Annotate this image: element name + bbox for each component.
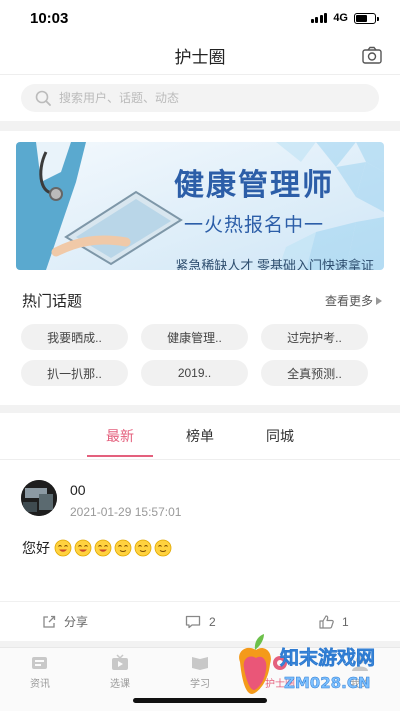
topic-tag[interactable]: 全真预测.. bbox=[261, 360, 368, 386]
signal-icon bbox=[310, 13, 328, 23]
tabbar-item-news[interactable]: 资讯 bbox=[0, 648, 80, 711]
banner-subtitle: 一火热报名中一 bbox=[183, 215, 324, 236]
share-label: 分享 bbox=[64, 615, 89, 629]
grin-emoji bbox=[74, 539, 92, 557]
topic-tag[interactable]: 2019.. bbox=[141, 360, 248, 386]
thumbs-up-icon bbox=[319, 614, 334, 629]
grin-emoji bbox=[54, 539, 72, 557]
page-title: 护士圈 bbox=[174, 47, 226, 67]
banner-title: 健康管理师 bbox=[174, 169, 334, 202]
user-icon bbox=[352, 656, 368, 671]
video-icon bbox=[112, 654, 128, 670]
search-input[interactable] bbox=[59, 91, 339, 105]
topic-tag[interactable]: 健康管理.. bbox=[141, 324, 248, 350]
home-indicator bbox=[133, 698, 267, 703]
circle-icon bbox=[273, 656, 287, 670]
search-box[interactable] bbox=[21, 84, 379, 112]
smile-emoji bbox=[114, 539, 132, 557]
search-bar bbox=[0, 74, 400, 121]
tab-latest[interactable]: 最新 bbox=[80, 413, 160, 459]
battery-fill bbox=[356, 14, 367, 22]
tab-same-city[interactable]: 同城 bbox=[240, 413, 320, 459]
see-more-link[interactable]: 查看更多 bbox=[325, 292, 382, 309]
book-icon bbox=[192, 657, 208, 670]
tabbar-item-profile[interactable]: 我的 bbox=[320, 648, 400, 711]
hot-topics-header: 热门话题 查看更多 bbox=[22, 290, 382, 311]
network-label: 4G bbox=[333, 12, 348, 24]
comment-button[interactable]: 2 bbox=[185, 615, 216, 629]
comment-count: 2 bbox=[209, 614, 216, 629]
tab-ranking[interactable]: 榜单 bbox=[160, 413, 240, 459]
like-count: 1 bbox=[342, 614, 349, 629]
nav-bar: 护士圈 bbox=[0, 36, 400, 74]
hot-topics-grid: 我要晒成.. 健康管理.. 过完护考.. 扒一扒那.. 2019.. 全真预测.… bbox=[21, 324, 381, 386]
comment-icon bbox=[185, 615, 201, 628]
news-icon bbox=[32, 657, 47, 669]
discover-section: 健康管理师 一火热报名中一 紧急稀缺人才 零基础入门快速拿证 热门话题 查看更多… bbox=[0, 131, 400, 405]
promo-banner[interactable]: 健康管理师 一火热报名中一 紧急稀缺人才 零基础入门快速拿证 bbox=[16, 142, 384, 270]
post-username[interactable]: 00 bbox=[70, 482, 86, 498]
post-text: 您好 bbox=[22, 540, 50, 556]
post-actions: 分享 2 1 bbox=[0, 601, 400, 641]
feed-tabs: 最新 榜单 同城 bbox=[0, 413, 400, 459]
status-indicators: 4G bbox=[310, 12, 379, 24]
tabbar-label: 学习 bbox=[190, 679, 210, 690]
search-icon bbox=[35, 90, 51, 106]
tabbar-label: 选课 bbox=[110, 679, 130, 690]
like-button[interactable]: 1 bbox=[319, 615, 349, 629]
tabs-divider bbox=[0, 459, 400, 460]
post-timestamp: 2021-01-29 15:57:01 bbox=[70, 505, 182, 519]
status-time: 10:03 bbox=[30, 9, 69, 27]
topic-tag[interactable]: 我要晒成.. bbox=[21, 324, 128, 350]
grin-emoji bbox=[94, 539, 112, 557]
feed-section: 最新 榜单 同城 00 2021-01-29 15:57:01 您好 分享 2 … bbox=[0, 413, 400, 641]
emoji-row bbox=[54, 539, 172, 557]
see-more-label: 查看更多 bbox=[324, 294, 373, 308]
camera-icon[interactable] bbox=[362, 46, 382, 64]
smile-emoji bbox=[134, 539, 152, 557]
topic-tag[interactable]: 扒一扒那.. bbox=[21, 360, 128, 386]
status-bar: 10:03 4G bbox=[0, 0, 400, 36]
share-button[interactable]: 分享 bbox=[42, 613, 88, 630]
battery-icon bbox=[354, 12, 379, 24]
topic-tag[interactable]: 过完护考.. bbox=[261, 324, 368, 350]
tabbar-label: 我的 bbox=[350, 679, 370, 690]
triangle-right-icon bbox=[376, 296, 382, 305]
banner-text: 健康管理师 一火热报名中一 紧急稀缺人才 零基础入门快速拿证 bbox=[134, 160, 374, 270]
avatar-image bbox=[21, 480, 57, 516]
share-icon bbox=[43, 615, 56, 628]
banner-description: 紧急稀缺人才 零基础入门快速拿证 bbox=[175, 258, 374, 270]
hot-topics-title: 热门话题 bbox=[22, 293, 83, 310]
smile-emoji bbox=[154, 539, 172, 557]
bottom-tab-bar: 资讯 选课 学习 护士圈 我的 bbox=[0, 647, 400, 711]
tabbar-label: 护士圈 bbox=[265, 679, 295, 690]
tabbar-label: 资讯 bbox=[30, 679, 50, 690]
avatar[interactable] bbox=[21, 480, 57, 516]
post-content: 您好 bbox=[22, 538, 172, 558]
